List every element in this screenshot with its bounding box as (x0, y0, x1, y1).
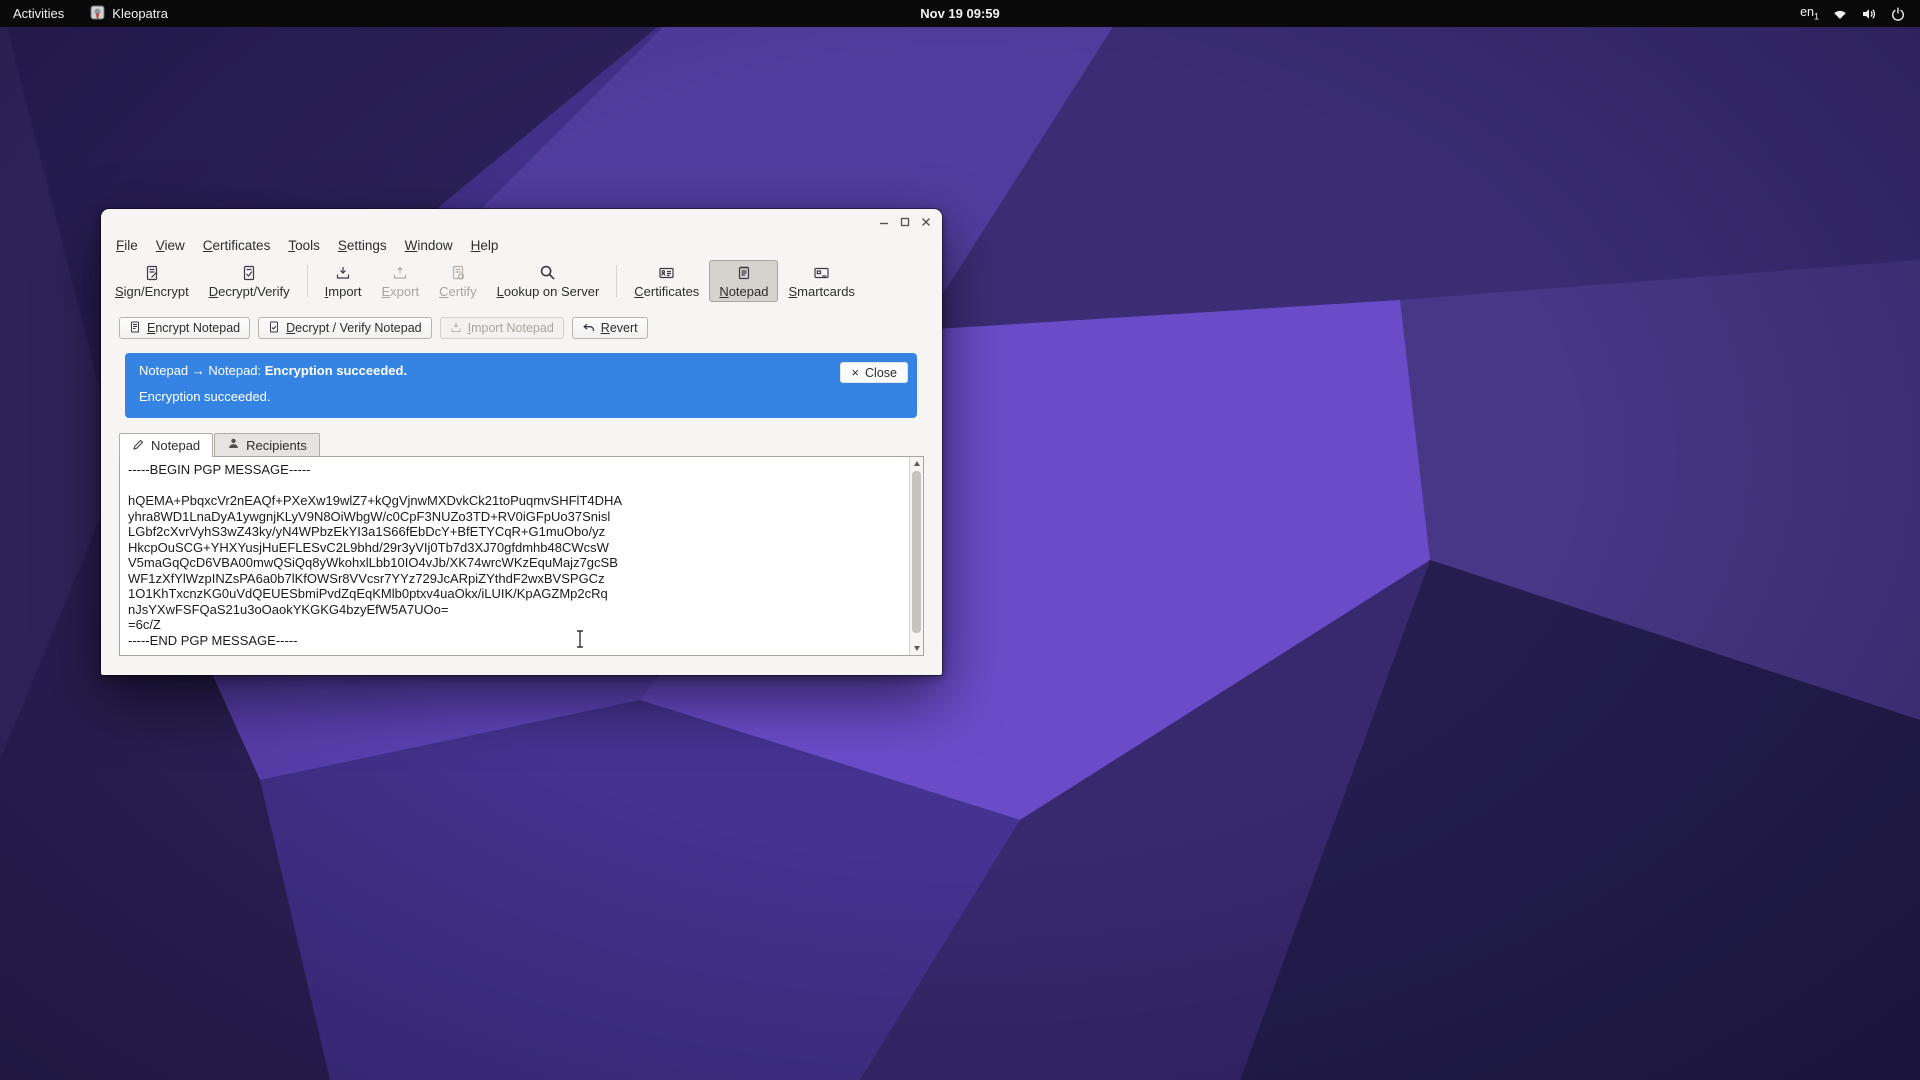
pgp-line: -----BEGIN PGP MESSAGE----- (128, 462, 915, 478)
app-menu-label: Kleopatra (112, 6, 168, 21)
certificates-icon (658, 263, 675, 282)
smartcards-icon (813, 263, 830, 282)
triangle-down-icon (914, 646, 920, 651)
toolbar-separator (307, 265, 308, 297)
scroll-up-button[interactable] (910, 457, 923, 470)
info-banner: Notepad → Notepad: Encryption succeeded.… (125, 353, 917, 418)
menu-bar: File View Certificates Tools Settings Wi… (101, 234, 942, 257)
notepad-tab-widget: Notepad Recipients -----BEGIN PGP MESSAG… (119, 433, 924, 656)
triangle-up-icon (914, 461, 920, 466)
window-titlebar[interactable] (101, 209, 942, 234)
person-icon (227, 437, 240, 453)
close-icon: × (851, 366, 859, 379)
pgp-line: hQEMA+PbqxcVr2nEAQf+PXeXw19wlZ7+kQgVjnwM… (128, 493, 915, 509)
toolbar-notepad[interactable]: Notepad (709, 260, 778, 302)
notepad-editor[interactable]: -----BEGIN PGP MESSAGE----- hQEMA+PbqxcV… (119, 456, 924, 656)
menu-view[interactable]: View (147, 236, 194, 255)
encrypt-notepad-icon (129, 321, 141, 336)
import-notepad-icon (450, 321, 462, 336)
menu-file[interactable]: File (107, 236, 147, 255)
pgp-line (128, 478, 915, 494)
action-bar: Encrypt Notepad Decrypt / Verify Notepad… (101, 307, 942, 339)
menu-window[interactable]: Window (396, 236, 462, 255)
decrypt-verify-notepad-icon (268, 321, 280, 336)
maximize-button[interactable] (896, 213, 914, 231)
tab-notepad[interactable]: Notepad (119, 433, 213, 457)
toolbar-sign-encrypt[interactable]: Sign/Encrypt (105, 260, 199, 302)
clock[interactable]: Nov 19 09:59 (920, 6, 1000, 21)
decrypt-verify-icon (241, 263, 257, 282)
scroll-down-button[interactable] (910, 642, 923, 655)
toolbar-import[interactable]: Import (315, 260, 372, 302)
menu-help[interactable]: Help (462, 236, 508, 255)
pgp-line: -----END PGP MESSAGE----- (128, 633, 915, 649)
power-icon (1890, 6, 1906, 22)
banner-close-button[interactable]: × Close (840, 362, 908, 383)
search-icon (539, 263, 556, 282)
toolbar-smartcards[interactable]: Smartcards (778, 260, 864, 302)
notepad-icon (736, 263, 752, 282)
tab-recipients[interactable]: Recipients (214, 433, 320, 456)
toolbar-certify[interactable]: Certify (429, 260, 487, 302)
encrypt-notepad-button[interactable]: Encrypt Notepad (119, 317, 250, 339)
app-menu[interactable]: Kleopatra (77, 0, 181, 27)
editor-scrollbar[interactable] (909, 457, 923, 655)
network-icon (1832, 6, 1848, 22)
revert-icon (582, 321, 595, 336)
export-icon (392, 263, 408, 282)
scrollbar-track[interactable] (910, 470, 923, 642)
toolbar-certificates[interactable]: Certificates (624, 260, 709, 302)
volume-icon (1861, 6, 1877, 22)
system-status-area[interactable]: en1 (1800, 0, 1920, 27)
menu-settings[interactable]: Settings (329, 236, 396, 255)
banner-detail: Encryption succeeded. (139, 389, 903, 404)
tab-bar: Notepad Recipients (119, 433, 924, 456)
pgp-line: nJsYXwFSFQaS21u3oOaokYKGKG4bzyEfW5A7UOo= (128, 602, 915, 618)
toolbar: Sign/Encrypt Decrypt/Verify Import (101, 257, 942, 307)
minimize-button[interactable] (875, 213, 893, 231)
decrypt-verify-notepad-button[interactable]: Decrypt / Verify Notepad (258, 317, 431, 339)
revert-button[interactable]: Revert (572, 317, 648, 339)
pgp-line: WF1zXfYlWzpINZsPA6a0b7lKfOWSr8VVcsr7YYz7… (128, 571, 915, 587)
pgp-line: yhra8WD1LnaDyA1ywgnjKLyV9N8OiWbgW/c0CpF3… (128, 509, 915, 525)
activities-button[interactable]: Activities (0, 0, 77, 27)
pencil-icon (132, 438, 145, 454)
pgp-line: V5maGqQcD6VBA00mwQSiQq8yWkohxlLbb10IO4vJ… (128, 555, 915, 571)
import-icon (335, 263, 351, 282)
top-bar: Activities Kleopatra Nov 19 09:59 en1 (0, 0, 1920, 27)
kleopatra-app-icon (90, 5, 105, 23)
toolbar-lookup-on-server[interactable]: Lookup on Server (487, 260, 610, 302)
pgp-line: HkcpOuSCG+YHXYusjHuEFLESvC2L9bhd/29r3yVI… (128, 540, 915, 556)
keyboard-layout-indicator: en1 (1800, 5, 1819, 22)
pgp-line: LGbf2cXvrVyhS3wZ43ky/yN4WPbzEkYI3a1S66fE… (128, 524, 915, 540)
toolbar-separator (616, 265, 617, 297)
certify-icon (450, 263, 466, 282)
kleopatra-window: File View Certificates Tools Settings Wi… (101, 209, 942, 675)
pgp-line: 1O1KhTxcnzKG0uVdQEUESbmiPvdZqEqKMlb0ptxv… (128, 586, 915, 602)
pgp-message: -----BEGIN PGP MESSAGE----- hQEMA+PbqxcV… (120, 457, 923, 653)
menu-tools[interactable]: Tools (279, 236, 329, 255)
toolbar-decrypt-verify[interactable]: Decrypt/Verify (199, 260, 300, 302)
menu-certificates[interactable]: Certificates (194, 236, 280, 255)
toolbar-export[interactable]: Export (372, 260, 430, 302)
import-notepad-button[interactable]: Import Notepad (440, 317, 564, 339)
close-button[interactable] (917, 213, 935, 231)
banner-title: Notepad → Notepad: Encryption succeeded. (139, 363, 903, 378)
pgp-line: =6c/Z (128, 617, 915, 633)
scrollbar-thumb[interactable] (912, 471, 921, 633)
sign-encrypt-icon (144, 263, 160, 282)
